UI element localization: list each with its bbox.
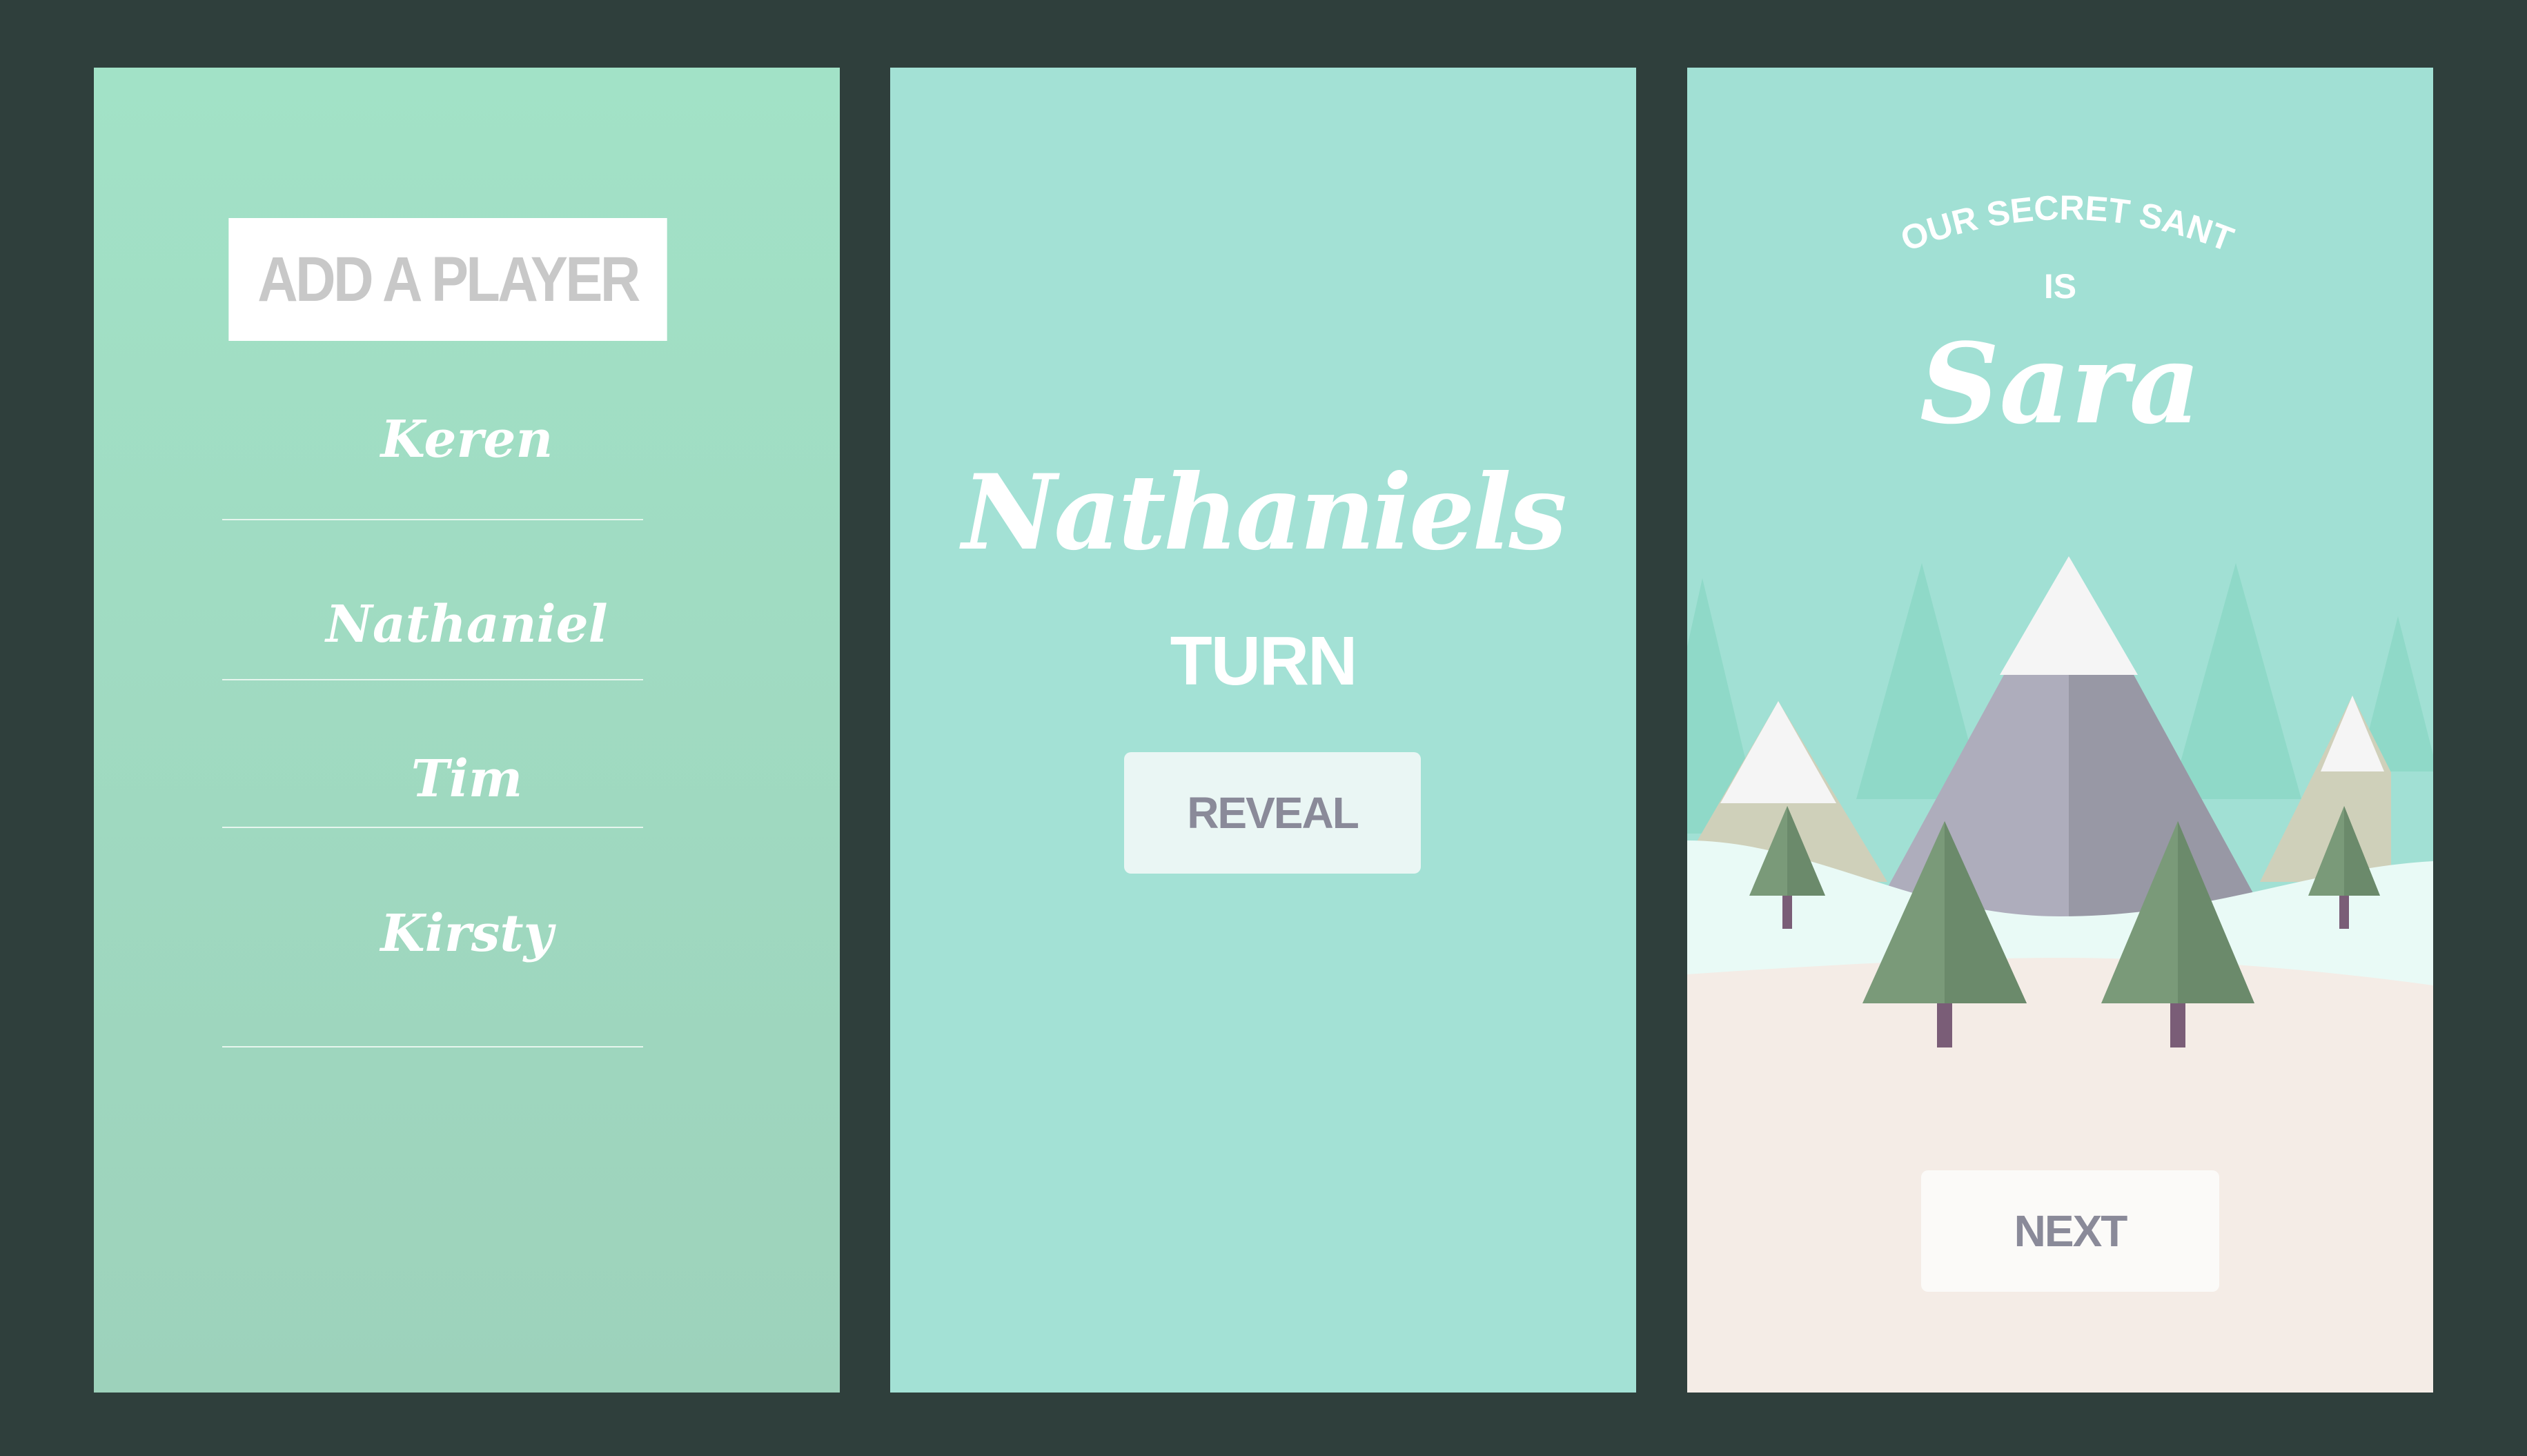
player-divider [222, 1046, 643, 1047]
santa-heading-text: YOUR SECRET SANTA [1887, 185, 2239, 259]
turn-screen: Nathaniels TURN REVEAL [890, 68, 1636, 1393]
next-button[interactable]: NEXT [1921, 1170, 2219, 1292]
player-item[interactable]: Nathaniel [94, 599, 840, 650]
player-divider [222, 519, 643, 520]
is-label: IS [2043, 267, 2077, 306]
turn-label: TURN [1170, 622, 1358, 700]
add-players-screen: ADD A PLAYER Keren Nathaniel Tim Kirsty [94, 68, 840, 1393]
player-item[interactable]: Keren [94, 414, 840, 465]
santa-name: Sara [1919, 319, 2201, 449]
player-list: Keren Nathaniel Tim Kirsty [94, 68, 840, 1393]
player-divider [222, 679, 643, 680]
player-item[interactable]: Tim [94, 754, 840, 805]
current-player-name: Nathaniels [962, 452, 1567, 573]
reveal-button[interactable]: REVEAL [1124, 752, 1421, 874]
svg-text:YOUR SECRET SANTA: YOUR SECRET SANTA [1887, 185, 2239, 259]
player-item[interactable]: Kirsty [94, 908, 840, 959]
player-divider [222, 827, 643, 828]
result-screen: YOUR SECRET SANTA IS Sara NEXT [1687, 68, 2433, 1393]
